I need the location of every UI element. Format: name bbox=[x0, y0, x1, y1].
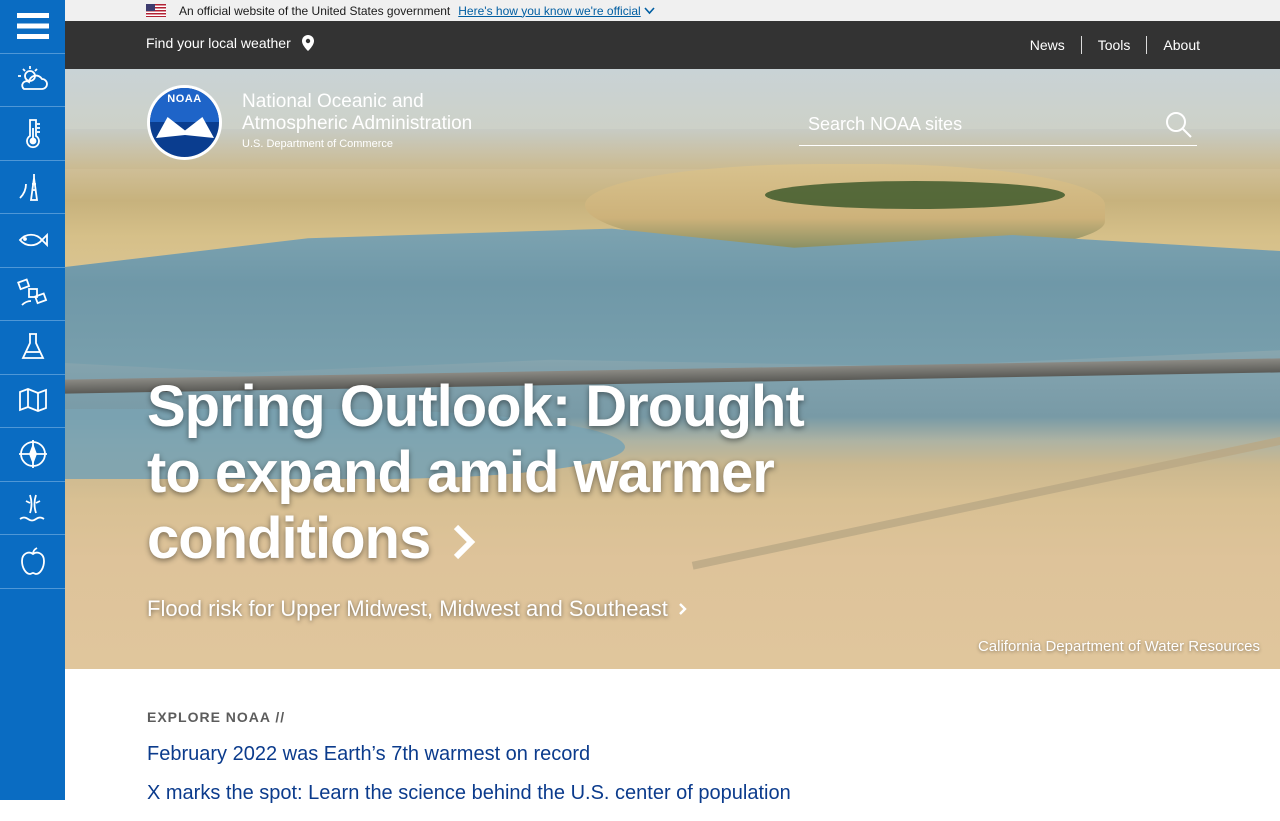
rail-satellite[interactable] bbox=[0, 268, 65, 321]
us-flag-icon bbox=[146, 4, 166, 17]
photo-credit: California Department of Water Resources bbox=[977, 638, 1260, 655]
nav-news-link[interactable]: News bbox=[1014, 36, 1081, 54]
agency-name: National Oceanic and Atmospheric Adminis… bbox=[242, 91, 472, 150]
education-icon bbox=[20, 547, 45, 576]
rail-fish[interactable] bbox=[0, 214, 65, 268]
weather-icon bbox=[17, 65, 48, 90]
icon-sidebar bbox=[0, 0, 65, 800]
hero-image-lake bbox=[65, 228, 1280, 373]
rail-coast[interactable] bbox=[0, 161, 65, 214]
chevron-right-icon bbox=[454, 524, 476, 560]
agency-name-line1: National Oceanic and bbox=[242, 91, 424, 112]
hero-headline-link[interactable]: Spring Outlook: Drought to expand amid w… bbox=[147, 374, 827, 572]
research-icon bbox=[21, 333, 44, 360]
gov-banner: An official website of the United States… bbox=[65, 0, 1280, 21]
department-name: U.S. Department of Commerce bbox=[242, 138, 393, 150]
charting-icon bbox=[18, 387, 47, 412]
climate-icon bbox=[25, 119, 40, 149]
local-weather-label: Find your local weather bbox=[146, 35, 291, 51]
hero-banner: NOAA National Oceanic and Atmospheric Ad… bbox=[65, 69, 1280, 669]
map-pin-icon bbox=[301, 35, 314, 51]
satellite-icon bbox=[16, 278, 47, 306]
site-search bbox=[799, 105, 1197, 146]
agency-name-line2: Atmospheric Administration bbox=[242, 113, 473, 134]
rail-climate[interactable] bbox=[0, 107, 65, 161]
explore-link[interactable]: February 2022 was Earth’s 7th warmest on… bbox=[147, 743, 1197, 766]
noaa-logo-text: NOAA bbox=[167, 93, 202, 105]
official-site-link-label: Here's how you know we're official bbox=[458, 3, 641, 18]
chevron-down-icon bbox=[644, 6, 655, 14]
rail-ocean[interactable] bbox=[0, 482, 65, 535]
rail-research[interactable] bbox=[0, 321, 65, 375]
local-weather-link[interactable]: Find your local weather bbox=[146, 35, 314, 51]
official-site-link[interactable]: Here's how you know we're official bbox=[458, 3, 655, 18]
menu-icon bbox=[16, 13, 49, 40]
utility-bar: Find your local weather News Tools About bbox=[65, 21, 1280, 69]
explore-links: February 2022 was Earth’s 7th warmest on… bbox=[147, 743, 1197, 805]
rail-education[interactable] bbox=[0, 535, 65, 589]
menu-button[interactable] bbox=[0, 0, 65, 54]
hero-subhead: Flood risk for Upper Midwest, Midwest an… bbox=[147, 596, 668, 621]
fish-icon bbox=[18, 233, 48, 248]
rail-weather[interactable] bbox=[0, 54, 65, 107]
hero-subhead-link[interactable]: Flood risk for Upper Midwest, Midwest an… bbox=[147, 596, 688, 622]
rail-navigation[interactable] bbox=[0, 428, 65, 482]
search-input[interactable] bbox=[799, 109, 1159, 139]
noaa-home-link[interactable]: NOAA National Oceanic and Atmospheric Ad… bbox=[147, 85, 472, 160]
nav-about-link[interactable]: About bbox=[1146, 36, 1200, 54]
gov-banner-text: An official website of the United States… bbox=[179, 3, 451, 18]
navigation-icon bbox=[18, 440, 47, 469]
explore-section: EXPLORE NOAA // February 2022 was Earth’… bbox=[147, 709, 1197, 821]
explore-link[interactable]: X marks the spot: Learn the science behi… bbox=[147, 782, 1197, 805]
noaa-logo-icon: NOAA bbox=[147, 85, 222, 160]
utility-nav: News Tools About bbox=[1014, 36, 1200, 54]
ocean-icon bbox=[19, 494, 44, 522]
search-icon[interactable] bbox=[1165, 111, 1193, 139]
chevron-right-icon bbox=[679, 603, 687, 615]
explore-label: EXPLORE NOAA // bbox=[147, 709, 286, 725]
hero-image-trees bbox=[765, 181, 1065, 209]
nav-tools-link[interactable]: Tools bbox=[1080, 36, 1147, 54]
rail-charting[interactable] bbox=[0, 375, 65, 428]
coast-icon bbox=[18, 173, 38, 201]
